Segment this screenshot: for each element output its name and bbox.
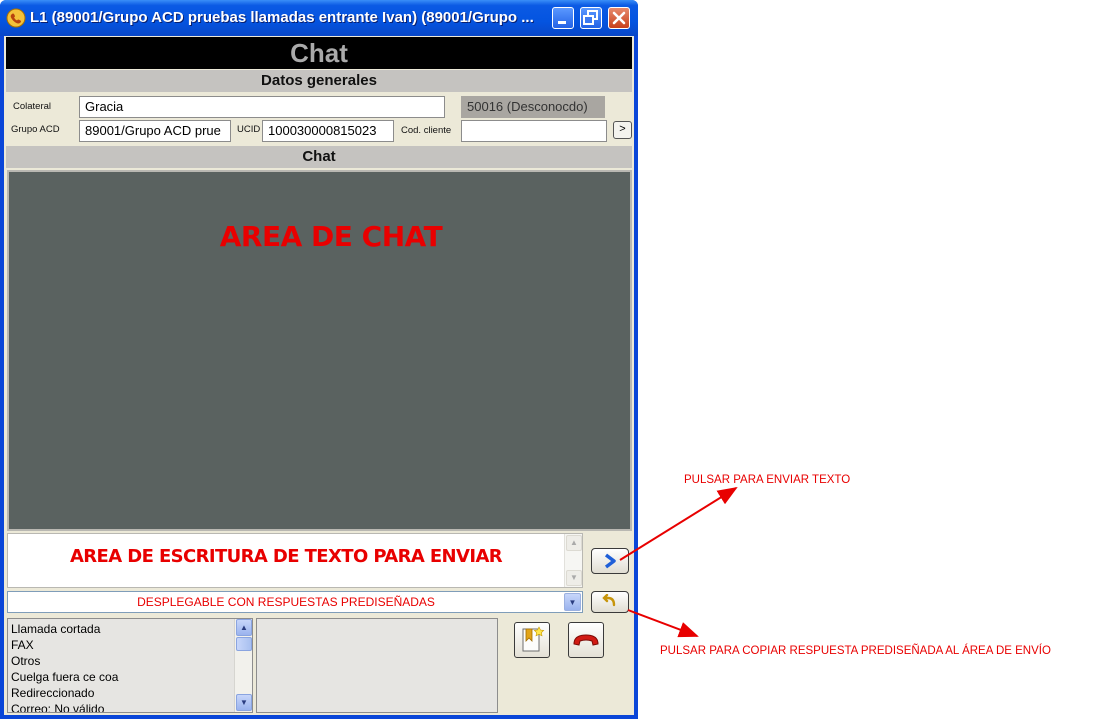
chat-window: L1 (89001/Grupo ACD pruebas llamadas ent… [0,0,638,719]
scroll-up-icon[interactable]: ▲ [566,535,582,551]
customer-code-field[interactable] [461,120,607,142]
window-client: Chat Datos generales Colateral Gracia 50… [4,36,634,715]
closure-list-scrollbar[interactable]: ▲ ▼ [234,619,252,712]
hang-up-button[interactable] [568,622,604,658]
customer-code-button[interactable]: > [613,121,632,139]
hang-up-phone-icon [573,634,599,646]
close-icon [612,11,626,25]
send-annotation: PULSAR PARA ENVIAR TEXTO [684,474,851,486]
customer-code-label: Cod. cliente [401,125,452,136]
closure-reason-list[interactable]: Llamada cortada FAX Otros Cuelga fuera c… [7,618,253,713]
page-title: Chat [290,38,348,68]
compose-area-label: AREA DE ESCRITURA DE TEXTO PARA ENVIAR [69,546,503,567]
chat-area-label: AREA DE CHAT [219,220,443,253]
minimize-icon [558,21,566,24]
chat-section-title: Chat [6,146,632,168]
canned-responses-dropdown[interactable]: DESPLEGABLE CON RESPUESTAS PREDISEÑADAS … [7,591,583,613]
chevron-down-icon[interactable]: ▼ [564,593,581,611]
phone-app-icon [6,8,26,28]
title-bar[interactable]: L1 (89001/Grupo ACD pruebas llamadas ent… [0,0,638,36]
list-item[interactable]: Llamada cortada [11,622,100,636]
ucid-field[interactable]: 100030000815023 [262,120,394,142]
minimize-button[interactable] [552,7,574,29]
list-item[interactable]: Redireccionado [11,686,94,700]
scroll-thumb[interactable] [236,637,252,651]
bookmark-button[interactable] [514,622,550,658]
acd-group-label: Grupo ACD [11,124,60,135]
canned-responses-label: DESPLEGABLE CON RESPUESTAS PREDISEÑADAS [137,595,435,609]
acd-group-field[interactable]: 89001/Grupo ACD prue [79,120,231,142]
list-item[interactable]: Cuelga fuera ce coa [11,670,118,684]
scroll-down-icon[interactable]: ▼ [566,570,582,586]
collateral-status-badge: 50016 (Desconocdo) [461,96,605,118]
copy-response-icon [602,593,616,607]
collateral-label: Colateral [13,101,52,112]
list-item[interactable]: FAX [11,638,34,652]
close-button[interactable] [608,7,630,29]
list-item[interactable]: Otros [11,654,40,668]
maximize-button[interactable] [580,7,602,29]
collateral-field[interactable]: Gracia [79,96,445,118]
message-compose-input[interactable]: AREA DE ESCRITURA DE TEXTO PARA ENVIAR ▲… [7,533,583,588]
general-data-section-title: Datos generales [6,70,632,92]
copy-annotation-arrow [627,609,699,638]
window-title: L1 (89001/Grupo ACD pruebas llamadas ent… [30,9,534,26]
ucid-label: UCID [237,124,261,135]
bookmark-note-icon [522,626,545,652]
header-bar: Chat [6,37,632,69]
compose-scrollbar[interactable]: ▲ ▼ [564,534,582,587]
copy-response-button[interactable] [591,591,629,613]
copy-annotation: PULSAR PARA COPIAR RESPUESTA PREDISEÑADA… [660,645,1051,657]
chat-transcript-area[interactable]: AREA DE CHAT [7,170,632,531]
send-button[interactable] [591,548,629,574]
restore-icon [583,10,598,25]
scroll-down-icon[interactable]: ▼ [236,694,252,711]
scroll-up-icon[interactable]: ▲ [236,619,252,636]
notes-panel [256,618,498,713]
send-arrow-icon [604,553,616,569]
list-item[interactable]: Correo: No válido [11,702,104,712]
